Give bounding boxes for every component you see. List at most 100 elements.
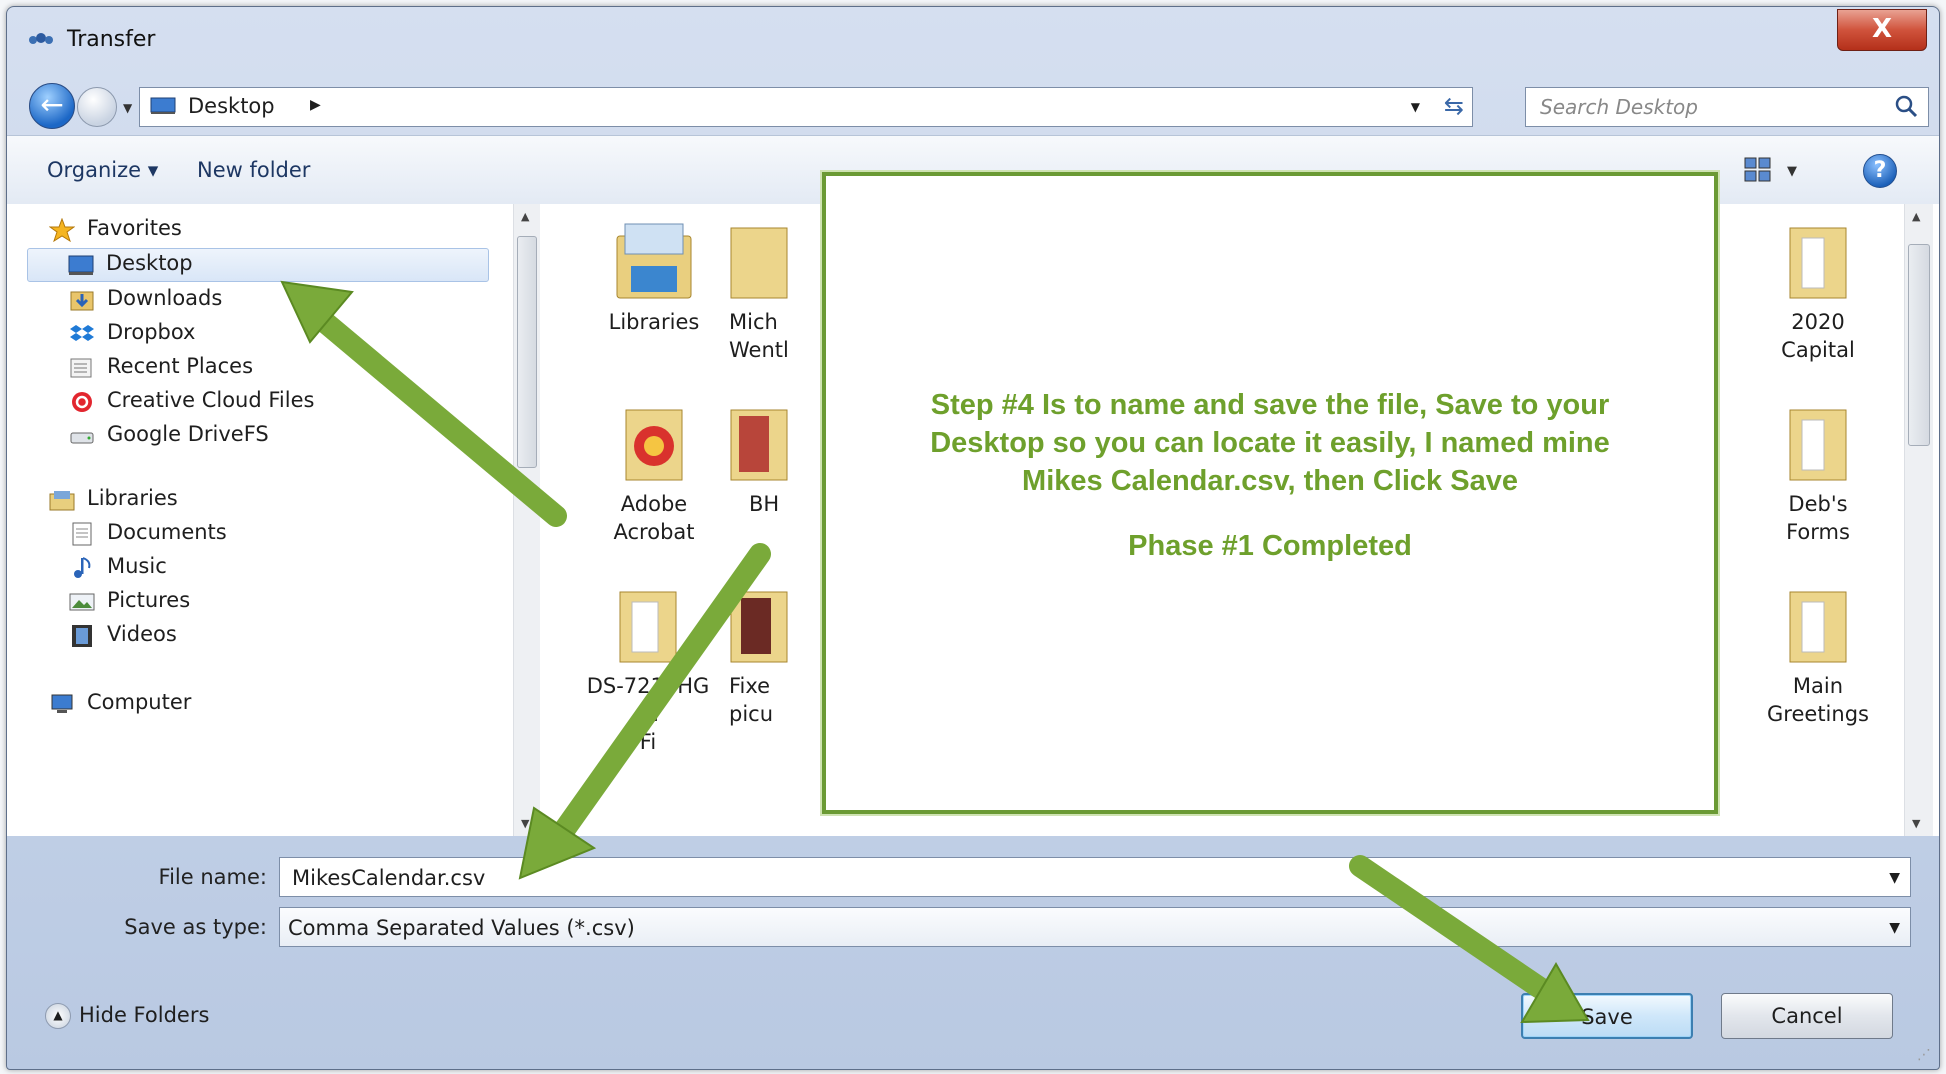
save-as-type-label: Save as type:	[124, 915, 267, 939]
file-label-main-line2: Greetings	[1767, 702, 1869, 726]
file-name-value[interactable]: MikesCalendar.csv	[292, 866, 485, 890]
file-label-debs-line1: Deb's	[1788, 492, 1848, 516]
hide-folders-label: Hide Folders	[79, 1003, 210, 1027]
hide-folders-button[interactable]: ▲ Hide Folders	[45, 1003, 209, 1029]
file-label-2020-line1: 2020	[1791, 310, 1845, 334]
view-dropdown-icon[interactable]: ▼	[1787, 164, 1797, 179]
videos-icon	[72, 625, 92, 647]
sidebar-item-libraries[interactable]: Libraries	[49, 484, 489, 516]
dropbox-icon	[70, 325, 94, 341]
desktop-icon	[150, 97, 176, 114]
file-label-bh: BH	[749, 492, 780, 516]
file-label-fixe-line1: Fixe	[729, 674, 771, 698]
file-label-debs-line2: Forms	[1786, 520, 1850, 544]
navigation-scroll-thumb[interactable]	[517, 236, 537, 468]
file-label-ds-line3: Fi	[639, 730, 657, 754]
scroll-down-icon[interactable]: ▼	[1912, 817, 1920, 830]
sidebar-label-videos: Videos	[107, 622, 177, 646]
sidebar-label-documents: Documents	[107, 520, 227, 544]
sidebar-label-libraries: Libraries	[87, 486, 178, 510]
cancel-button[interactable]: Cancel	[1721, 993, 1893, 1039]
file-item-debs-forms[interactable]: Deb's Forms	[1743, 400, 1893, 546]
file-label-fixe-line2: picu	[729, 702, 774, 726]
navigation-scrollbar[interactable]: ▲ ▼	[513, 204, 540, 836]
sidebar-item-downloads[interactable]: Downloads	[69, 284, 489, 316]
file-item-adobe-acrobat[interactable]: Adobe Acrobat	[579, 400, 729, 546]
documents-icon	[72, 522, 92, 546]
save-as-type-value[interactable]: Comma Separated Values (*.csv)	[288, 916, 635, 940]
search-box[interactable]: Search Desktop	[1525, 87, 1929, 127]
folder-icon	[730, 227, 788, 299]
folder-icon	[1789, 227, 1847, 299]
folder-icon	[619, 591, 677, 663]
save-button[interactable]: Save	[1521, 993, 1693, 1039]
sidebar-item-music[interactable]: Music	[69, 552, 489, 584]
scroll-up-icon[interactable]: ▲	[1912, 210, 1920, 223]
tutorial-callout-box: Step #4 Is to name and save the file, Sa…	[822, 172, 1718, 814]
file-item-ds-7216hg[interactable]: DS-7216HG HI Fi	[563, 582, 733, 756]
save-as-type-dropdown-icon[interactable]: ▼	[1889, 908, 1900, 948]
file-list-scroll-thumb[interactable]	[1908, 244, 1930, 446]
sidebar-item-creative-cloud[interactable]: Creative Cloud Files	[69, 386, 489, 418]
sidebar-label-computer: Computer	[87, 690, 192, 714]
window-title: Transfer	[67, 27, 156, 52]
organize-menu-button[interactable]: Organize ▾	[47, 158, 158, 182]
close-button[interactable]: X	[1837, 9, 1927, 51]
sidebar-item-documents[interactable]: Documents	[69, 518, 489, 550]
music-icon	[74, 557, 91, 578]
file-name-input[interactable]: MikesCalendar.csv ▼	[279, 857, 1911, 897]
sidebar-item-favorites[interactable]: Favorites	[49, 214, 489, 246]
folder-icon	[1789, 591, 1847, 663]
recent-pages-dropdown-icon[interactable]: ▼	[123, 101, 132, 115]
scroll-up-icon[interactable]: ▲	[521, 210, 529, 223]
sidebar-label-music: Music	[107, 554, 167, 578]
file-item-2020-capital[interactable]: 2020 Capital	[1743, 218, 1893, 364]
address-dropdown-icon[interactable]: ▼	[1411, 100, 1420, 114]
resize-grip-icon[interactable]: ⋰	[1917, 1047, 1931, 1063]
file-label-main-line1: Main	[1792, 674, 1844, 698]
refresh-icon[interactable]: ⇆	[1444, 92, 1464, 120]
transfer-app-icon	[29, 33, 53, 44]
search-icon[interactable]	[1894, 94, 1918, 118]
collapse-up-icon: ▲	[45, 1003, 71, 1029]
forward-button[interactable]	[77, 87, 117, 127]
help-icon[interactable]: ?	[1863, 154, 1897, 188]
sidebar-item-videos[interactable]: Videos	[69, 620, 489, 652]
sidebar-label-favorites: Favorites	[87, 216, 182, 240]
file-item-libraries[interactable]: Libraries	[579, 218, 729, 336]
scroll-down-icon[interactable]: ▼	[521, 817, 529, 830]
file-item-fixe[interactable]: Fixe picu	[729, 582, 809, 728]
change-view-icon[interactable]	[1743, 156, 1773, 184]
file-label-adobe-line2: Acrobat	[613, 520, 695, 544]
sidebar-item-desktop[interactable]: Desktop	[27, 248, 489, 282]
sidebar-item-pictures[interactable]: Pictures	[69, 586, 489, 618]
file-name-label: File name:	[158, 865, 267, 889]
recent-places-icon	[70, 358, 92, 378]
new-folder-button[interactable]: New folder	[197, 158, 310, 182]
file-name-dropdown-icon[interactable]: ▼	[1889, 858, 1900, 898]
creative-cloud-icon	[72, 392, 92, 412]
address-bar[interactable]: Desktop ▶ ▼ ⇆	[139, 87, 1473, 127]
save-as-type-select[interactable]: Comma Separated Values (*.csv) ▼	[279, 907, 1911, 947]
address-breadcrumb-desktop[interactable]: Desktop	[188, 94, 275, 118]
file-item-mich[interactable]: Mich Wentl	[729, 218, 809, 364]
sidebar-label-recent-places: Recent Places	[107, 354, 254, 378]
file-item-bh[interactable]: BH	[729, 400, 809, 518]
sidebar-item-google-drivefs[interactable]: Google DriveFS	[69, 420, 489, 452]
search-input[interactable]: Search Desktop	[1540, 95, 1698, 119]
file-item-main-greetings[interactable]: Main Greetings	[1743, 582, 1893, 728]
file-label-adobe-line1: Adobe	[620, 492, 688, 516]
folder-icon	[730, 591, 788, 663]
desktop-icon	[68, 255, 94, 275]
breadcrumb-arrow-icon[interactable]: ▶	[310, 97, 321, 113]
callout-line-2: Desktop so you can locate it easily, I n…	[930, 427, 1610, 459]
back-button[interactable]: ←	[29, 83, 75, 129]
sidebar-item-recent-places[interactable]: Recent Places	[69, 352, 489, 384]
sidebar-item-dropbox[interactable]: Dropbox	[69, 318, 489, 350]
file-list-scrollbar[interactable]: ▲ ▼	[1904, 204, 1933, 836]
folder-icon	[625, 409, 683, 481]
file-label-mich-line1: Mich	[729, 310, 778, 334]
sidebar-item-computer[interactable]: Computer	[49, 688, 489, 720]
sidebar-label-downloads: Downloads	[107, 286, 223, 310]
file-label-ds-line1: DS-7216HG	[586, 674, 710, 698]
